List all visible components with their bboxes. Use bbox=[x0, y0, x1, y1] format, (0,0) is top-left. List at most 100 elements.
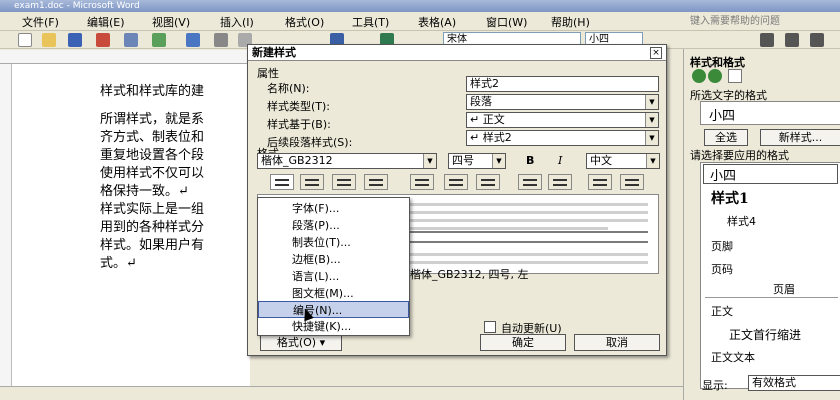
doc-line: 式。↵ bbox=[100, 256, 137, 271]
show-label: 显示: bbox=[702, 379, 728, 392]
menu-edit[interactable]: 编辑(E) bbox=[87, 14, 125, 30]
preview-line bbox=[408, 211, 648, 214]
help-search-input[interactable]: 键入需要帮助的问题 bbox=[686, 14, 836, 29]
view-bar bbox=[0, 386, 690, 400]
border-icon[interactable] bbox=[810, 33, 824, 47]
menu-window[interactable]: 窗口(W) bbox=[486, 14, 527, 30]
save-icon[interactable] bbox=[68, 33, 82, 47]
dropdown-arrow-icon[interactable]: ▼ bbox=[646, 154, 659, 168]
cut-icon[interactable] bbox=[214, 33, 228, 47]
next-style-label: 后续段落样式(S): bbox=[267, 136, 353, 149]
doc-line: 格保持一致。↵ bbox=[100, 184, 189, 199]
document-page[interactable]: 样式和样式库的建 所谓样式，就是系 齐方式、制表位和 重复地设置各个段 使用样式… bbox=[12, 64, 250, 386]
next-style-value: ↵ 样式2 bbox=[470, 131, 512, 144]
cancel-button[interactable]: 取消 bbox=[574, 334, 660, 351]
align-left-icon[interactable] bbox=[270, 174, 294, 190]
dialog-title: 新建样式 bbox=[248, 45, 666, 61]
new-style-button[interactable]: 新样式... bbox=[760, 129, 840, 146]
format-menu-button[interactable]: 格式(O) ▾ bbox=[260, 334, 342, 351]
menu-item-tabs[interactable]: 制表位(T)... bbox=[258, 234, 409, 251]
bullets-icon[interactable] bbox=[760, 33, 774, 47]
style-name-input[interactable]: 样式2 bbox=[466, 76, 659, 92]
doc-line: 使用样式不仅可以 bbox=[100, 166, 205, 181]
language-select[interactable]: 中文 ▼ bbox=[586, 153, 660, 169]
style-item[interactable]: 正文文本 bbox=[711, 349, 755, 365]
decrease-indent-icon[interactable] bbox=[588, 174, 612, 190]
style-item[interactable]: 小四 bbox=[703, 164, 838, 184]
menu-view[interactable]: 视图(V) bbox=[152, 14, 190, 30]
menu-tools[interactable]: 工具(T) bbox=[352, 14, 389, 30]
apply-format-label: 请选择要应用的格式 bbox=[690, 149, 789, 162]
based-on-value: ↵ 正文 bbox=[470, 113, 505, 126]
style-item[interactable]: 正文首行缩进 bbox=[729, 326, 801, 343]
print-icon[interactable] bbox=[124, 33, 138, 47]
print-preview-icon[interactable] bbox=[152, 33, 166, 47]
select-all-button[interactable]: 全选 bbox=[704, 129, 748, 146]
dropdown-arrow-icon[interactable]: ▼ bbox=[645, 131, 658, 145]
ok-button[interactable]: 确定 bbox=[480, 334, 566, 351]
align-right-icon[interactable] bbox=[332, 174, 356, 190]
style-type-select[interactable]: 段落 ▼ bbox=[466, 94, 659, 110]
style-item[interactable]: 样式4 bbox=[727, 213, 756, 229]
font-select[interactable]: 楷体_GB2312 ▼ bbox=[257, 153, 437, 169]
menu-item-shortcut[interactable]: 快捷键(K)... bbox=[258, 318, 409, 335]
space-after-icon[interactable] bbox=[548, 174, 572, 190]
italic-button[interactable]: I bbox=[558, 154, 562, 167]
spelling-icon[interactable] bbox=[186, 33, 200, 47]
menu-format[interactable]: 格式(O) bbox=[285, 14, 324, 30]
selected-format-box[interactable]: 小四 bbox=[700, 101, 840, 125]
single-spacing-icon[interactable] bbox=[410, 174, 434, 190]
doc-line: 所谓样式，就是系 bbox=[100, 112, 205, 127]
doc-line: 样式和样式库的建 bbox=[100, 84, 205, 99]
indent-icon[interactable] bbox=[785, 33, 799, 47]
style-item[interactable]: 页眉 bbox=[773, 281, 795, 297]
horizontal-ruler[interactable] bbox=[0, 50, 250, 64]
menu-item-language[interactable]: 语言(L)... bbox=[258, 268, 409, 285]
preview-line bbox=[408, 219, 648, 222]
dropdown-arrow-icon[interactable]: ▼ bbox=[645, 113, 658, 127]
dropdown-arrow-icon[interactable]: ▼ bbox=[645, 95, 658, 109]
double-spacing-icon[interactable] bbox=[476, 174, 500, 190]
menu-help[interactable]: 帮助(H) bbox=[551, 14, 590, 30]
menu-insert[interactable]: 插入(I) bbox=[220, 14, 254, 30]
properties-label: 属性 bbox=[257, 67, 279, 80]
one-half-spacing-icon[interactable] bbox=[444, 174, 468, 190]
bold-button[interactable]: B bbox=[526, 154, 534, 167]
menu-item-border[interactable]: 边框(B)... bbox=[258, 251, 409, 268]
close-icon[interactable]: × bbox=[650, 47, 662, 59]
style-item[interactable]: 页码 bbox=[711, 261, 733, 277]
dropdown-arrow-icon[interactable]: ▼ bbox=[423, 154, 436, 168]
menu-item-paragraph[interactable]: 段落(P)... bbox=[258, 217, 409, 234]
auto-update-checkbox[interactable] bbox=[484, 321, 496, 333]
permission-icon[interactable] bbox=[96, 33, 110, 47]
preview-line bbox=[408, 203, 648, 206]
menu-item-frame[interactable]: 图文框(M)... bbox=[258, 285, 409, 302]
home-icon[interactable] bbox=[728, 69, 742, 83]
style-item[interactable]: 样式1 bbox=[711, 188, 749, 208]
style-type-label: 样式类型(T): bbox=[267, 100, 331, 113]
new-doc-icon[interactable] bbox=[18, 33, 32, 47]
menu-file[interactable]: 文件(F) bbox=[22, 14, 59, 30]
forward-icon[interactable] bbox=[708, 69, 722, 83]
space-before-icon[interactable] bbox=[518, 174, 542, 190]
based-on-select[interactable]: ↵ 正文 ▼ bbox=[466, 112, 659, 128]
show-select[interactable]: 有效格式 bbox=[748, 375, 840, 391]
open-icon[interactable] bbox=[42, 33, 56, 47]
size-select[interactable]: 四号 ▼ bbox=[448, 153, 506, 169]
style-item[interactable]: 页脚 bbox=[711, 238, 733, 254]
increase-indent-icon[interactable] bbox=[620, 174, 644, 190]
menu-item-numbering[interactable]: 编号(N)... bbox=[258, 301, 409, 318]
back-icon[interactable] bbox=[692, 69, 706, 83]
doc-line: 齐方式、制表位和 bbox=[100, 130, 205, 145]
preview-line bbox=[408, 261, 648, 264]
style-item[interactable]: 正文 bbox=[711, 303, 733, 319]
menu-table[interactable]: 表格(A) bbox=[418, 14, 456, 30]
justify-icon[interactable] bbox=[364, 174, 388, 190]
vertical-ruler[interactable] bbox=[0, 64, 12, 386]
next-style-select[interactable]: ↵ 样式2 ▼ bbox=[466, 130, 659, 146]
menu-item-font[interactable]: 字体(F)... bbox=[258, 200, 409, 217]
preview-line bbox=[408, 253, 648, 256]
doc-line: 重复地设置各个段 bbox=[100, 148, 205, 163]
align-center-icon[interactable] bbox=[300, 174, 324, 190]
dropdown-arrow-icon[interactable]: ▼ bbox=[492, 154, 505, 168]
